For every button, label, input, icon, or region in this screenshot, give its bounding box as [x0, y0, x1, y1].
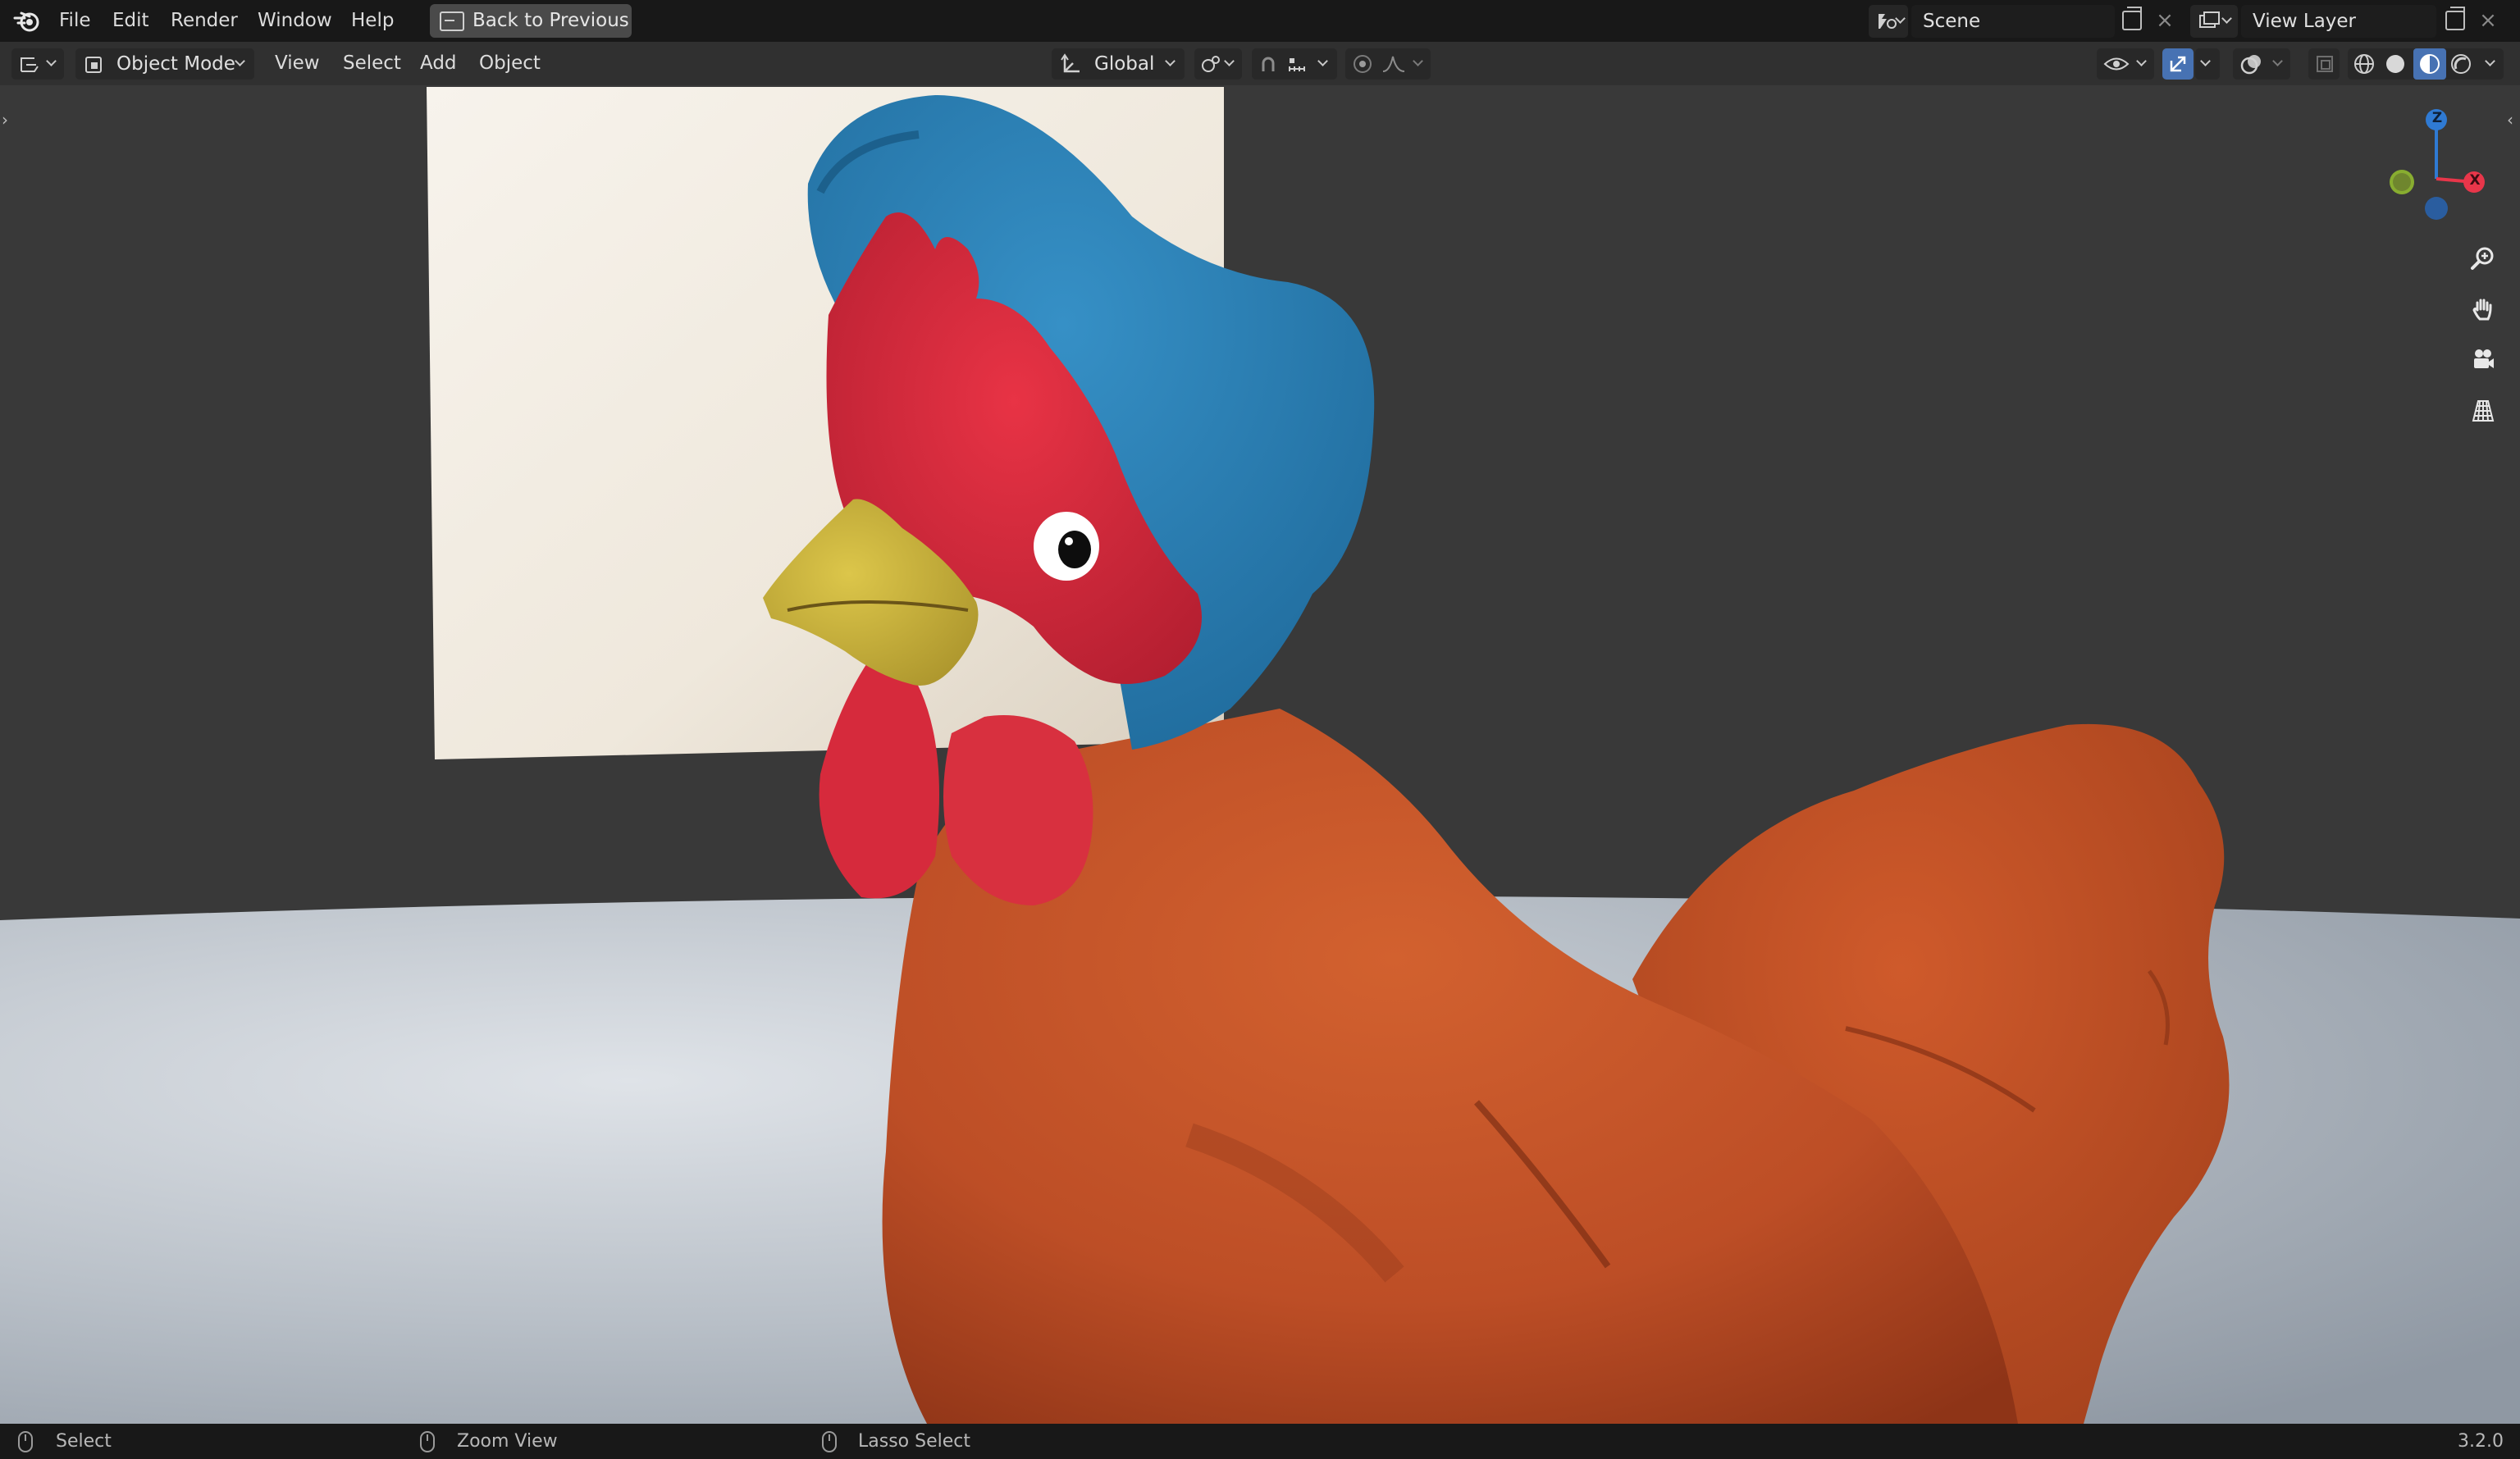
editor-type-icon	[21, 57, 39, 72]
view-layer-name: View Layer	[2253, 11, 2357, 32]
status-bar: Select Zoom View Lasso Select 3.2.0	[0, 1424, 2520, 1459]
menu-help[interactable]: Help	[351, 0, 394, 42]
shading-dropdown[interactable]	[2481, 48, 2504, 80]
camera-view-button[interactable]	[2464, 341, 2502, 379]
material-preview-button[interactable]	[2413, 48, 2446, 80]
menu-object[interactable]: Object	[479, 42, 541, 85]
new-scene-icon[interactable]	[2122, 7, 2142, 30]
transform-orientation-label: Global	[1094, 53, 1155, 75]
menu-render[interactable]: Render	[171, 0, 238, 42]
back-to-previous-icon	[440, 11, 464, 31]
grid-perspective-icon	[2472, 400, 2495, 422]
menu-file[interactable]: File	[59, 0, 91, 42]
editor-type-button[interactable]	[11, 48, 64, 80]
visibility-dropdown[interactable]	[2097, 48, 2154, 80]
pan-hand-icon	[2472, 299, 2492, 321]
status-zoom-view: Zoom View	[457, 1431, 558, 1452]
pivot-icon	[1202, 56, 1220, 72]
scene-browse-button[interactable]	[1869, 5, 1908, 38]
viewport-render	[0, 87, 2520, 1424]
camera-icon	[2474, 349, 2494, 368]
menu-add[interactable]: Add	[420, 42, 457, 85]
proportional-edit-icon	[1354, 55, 1372, 73]
menu-view[interactable]: View	[275, 42, 320, 85]
pivot-point-dropdown[interactable]	[1194, 48, 1242, 80]
close-scene-icon[interactable]: ×	[2152, 7, 2177, 34]
menu-edit[interactable]: Edit	[112, 0, 149, 42]
right-mouse-icon	[822, 1431, 837, 1452]
new-view-layer-icon[interactable]	[2445, 7, 2465, 30]
view-layer-browse-button[interactable]	[2190, 5, 2238, 38]
back-to-previous-label: Back to Previous	[472, 10, 629, 31]
transform-orientation-dropdown[interactable]: Global	[1052, 48, 1185, 80]
gizmo-neg-z-axis[interactable]	[2425, 197, 2448, 220]
wireframe-icon[interactable]	[2353, 52, 2376, 75]
visibility-icon	[2103, 57, 2130, 71]
menu-window[interactable]: Window	[258, 0, 332, 42]
shading-modes[interactable]	[2348, 48, 2487, 80]
gizmo-z-label: Z	[2431, 110, 2443, 126]
left-mouse-icon	[18, 1431, 33, 1452]
material-preview-icon	[2420, 54, 2440, 74]
perspective-toggle-button[interactable]	[2464, 392, 2502, 430]
overlay-dropdown[interactable]	[2233, 48, 2290, 80]
xray-icon	[2317, 56, 2333, 72]
scene-icon	[1879, 14, 1897, 29]
falloff-icon	[1382, 56, 1405, 72]
solid-icon[interactable]	[2384, 52, 2407, 75]
status-lasso-select: Lasso Select	[858, 1431, 970, 1452]
view-layer-icon	[2199, 11, 2220, 28]
gizmo-toggle[interactable]	[2162, 48, 2194, 80]
viewport-header: Object Mode View Select Add Object Globa…	[0, 42, 2520, 85]
scene-name: Scene	[1923, 11, 1981, 32]
close-view-layer-icon[interactable]: ×	[2476, 7, 2500, 34]
object-mode-dropdown[interactable]: Object Mode	[75, 48, 254, 80]
gizmo-x-label: X	[2469, 172, 2481, 189]
snap-icon	[1262, 57, 1275, 71]
zoom-icon	[2471, 247, 2494, 270]
rendered-icon[interactable]	[2449, 52, 2472, 75]
snap-increment-icon	[1289, 58, 1305, 71]
back-to-previous-button[interactable]: Back to Previous	[430, 4, 632, 38]
overlay-icon	[2240, 55, 2261, 75]
version-label: 3.2.0	[2458, 1431, 2504, 1452]
menu-select[interactable]: Select	[343, 42, 401, 85]
proportional-editing-group[interactable]	[1345, 48, 1431, 80]
3d-viewport[interactable]: › ‹ Z X	[0, 85, 2520, 1424]
toolbar-expand-icon[interactable]: ›	[2, 110, 13, 135]
view-layer-name-field[interactable]: View Layer	[2241, 5, 2436, 38]
pan-button[interactable]	[2464, 290, 2502, 328]
transform-orientation-icon	[1061, 53, 1080, 73]
scene-name-field[interactable]: Scene	[1911, 5, 2115, 38]
top-bar: File Edit Render Window Help Back to Pre…	[0, 0, 2520, 42]
middle-mouse-icon	[420, 1431, 435, 1452]
sidebar-expand-icon[interactable]: ‹	[2507, 110, 2518, 135]
status-select: Select	[56, 1431, 112, 1452]
blender-logo-icon[interactable]	[13, 8, 41, 33]
xray-toggle[interactable]	[2308, 48, 2340, 80]
object-mode-label: Object Mode	[116, 53, 235, 75]
zoom-button[interactable]	[2464, 239, 2502, 277]
gizmo-icon	[2170, 56, 2186, 72]
snapping-group[interactable]	[1252, 48, 1337, 80]
gizmo-dropdown[interactable]	[2195, 48, 2220, 80]
